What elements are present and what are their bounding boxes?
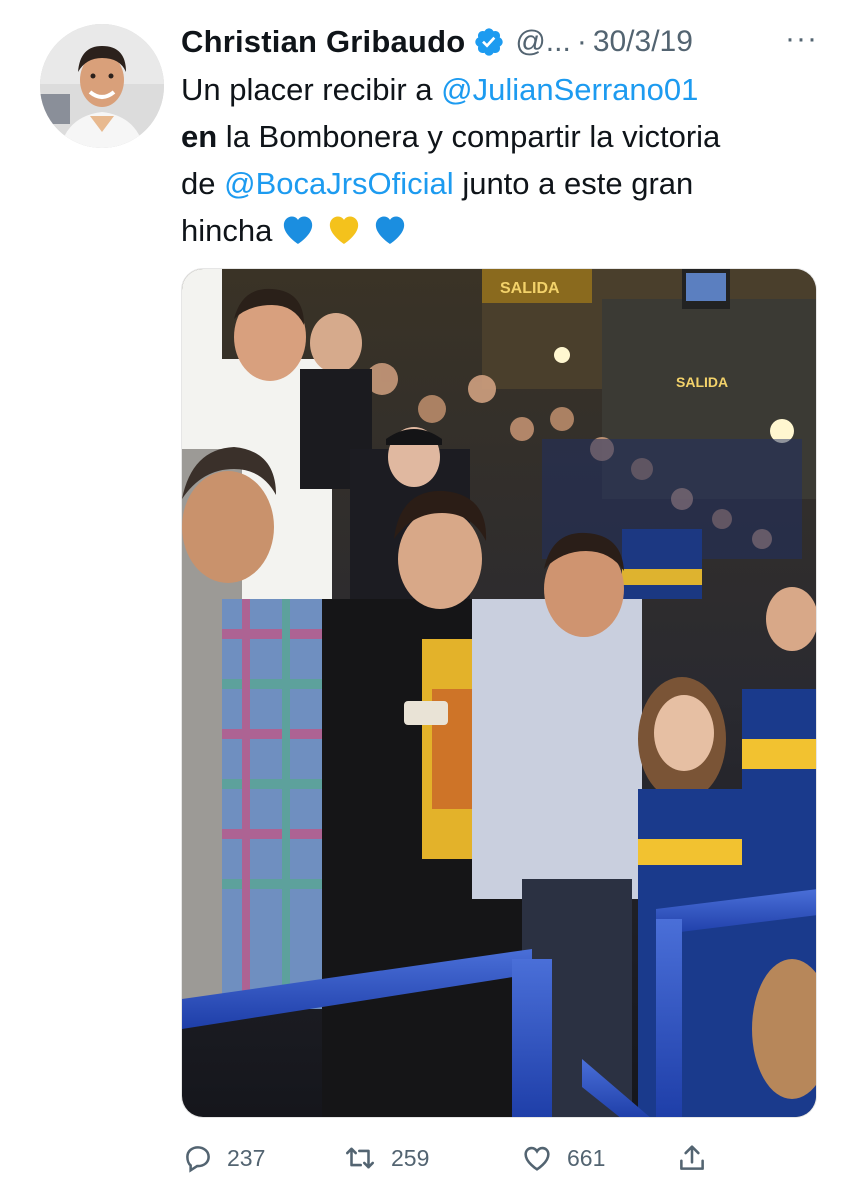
retweet-icon — [345, 1147, 375, 1169]
share-icon — [680, 1145, 704, 1170]
text-bold: en — [181, 119, 218, 154]
mention-link[interactable]: @BocaJrsOficial — [224, 166, 454, 201]
reply-count: 237 — [227, 1144, 266, 1171]
verified-badge-icon — [473, 26, 505, 58]
like-count: 661 — [567, 1144, 606, 1171]
author-handle[interactable]: @... — [515, 25, 570, 59]
author-avatar[interactable] — [40, 24, 164, 148]
retweet-button[interactable]: 259 — [341, 1136, 429, 1180]
reply-button[interactable]: 237 — [181, 1136, 265, 1180]
author-name[interactable]: Christian Gribaudo — [181, 24, 465, 60]
tweet-photo[interactable]: SALIDA SALIDA — [181, 268, 817, 1118]
salida-sign: SALIDA — [676, 374, 728, 390]
blue-heart-icon — [376, 216, 405, 244]
tweet-text: Un placer recibir a @JulianSerrano01 en … — [181, 66, 821, 254]
tweet-date[interactable]: 30/3/19 — [593, 25, 693, 59]
mention-link[interactable]: @JulianSerrano01 — [441, 72, 698, 107]
retweet-count: 259 — [391, 1144, 430, 1171]
reply-icon — [186, 1146, 210, 1173]
tweet-header: Christian Gribaudo @... · 30/3/19 ··· — [181, 20, 818, 64]
blue-heart-icon — [284, 216, 313, 244]
share-button[interactable] — [675, 1136, 709, 1180]
text-segment: de — [181, 166, 225, 201]
heart-icon — [524, 1146, 550, 1171]
text-segment: Un placer recibir a — [181, 72, 442, 107]
tweet: Christian Gribaudo @... · 30/3/19 ··· Un… — [0, 0, 858, 1200]
emoji-group — [278, 209, 410, 249]
tweet-actions: 237 259 661 — [181, 1136, 741, 1180]
salida-sign: SALIDA — [500, 280, 560, 297]
text-segment: hincha — [181, 213, 273, 248]
separator-dot: · — [576, 25, 587, 58]
text-segment: la Bombonera y compartir la victoria — [217, 119, 721, 154]
yellow-heart-icon — [330, 216, 359, 244]
text-segment: junto a este gran — [453, 166, 694, 201]
more-options-icon[interactable]: ··· — [785, 22, 818, 56]
like-button[interactable]: 661 — [519, 1136, 605, 1180]
